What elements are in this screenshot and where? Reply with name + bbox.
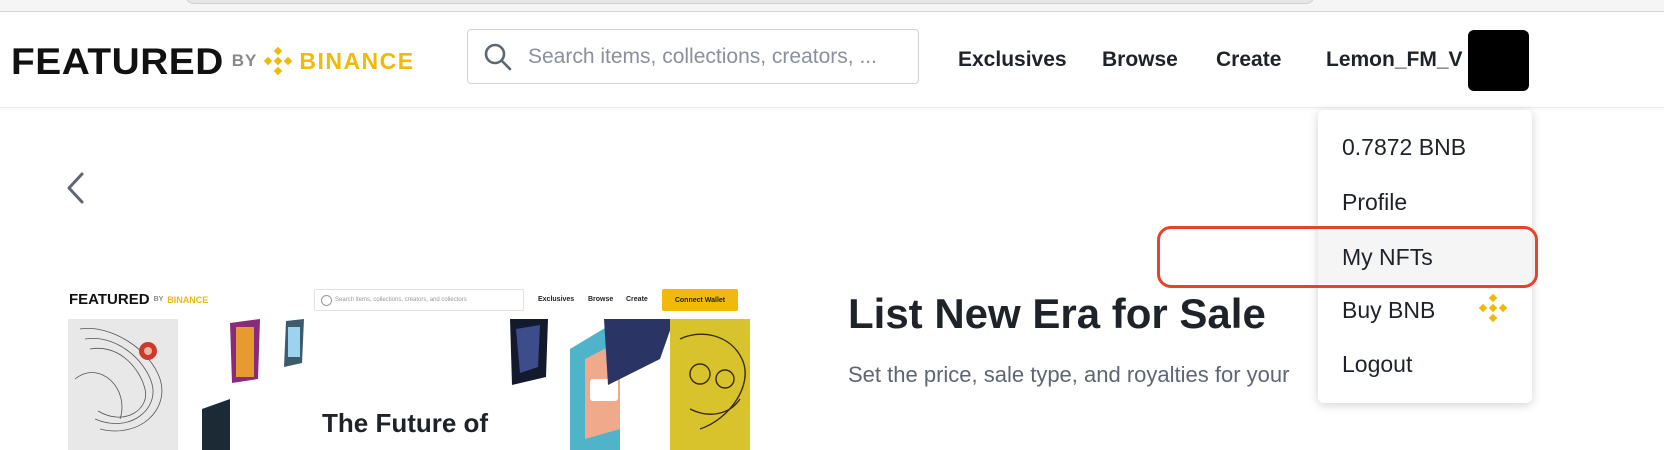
avatar[interactable] bbox=[1468, 30, 1529, 91]
dropdown-logout[interactable]: Logout bbox=[1342, 351, 1412, 378]
preview-nav-browse: Browse bbox=[588, 296, 614, 303]
preview-logo-featured: FEATURED bbox=[69, 291, 150, 308]
binance-logo-icon bbox=[264, 46, 293, 76]
nav-exclusives[interactable]: Exclusives bbox=[958, 48, 1067, 72]
logo-featured-text: FEATURED bbox=[11, 40, 224, 82]
dropdown-balance: 0.7872 BNB bbox=[1342, 134, 1467, 160]
preview-search-icon bbox=[321, 295, 332, 306]
site-logo[interactable]: FEATURED BY BINANCE bbox=[11, 40, 415, 82]
nft-preview-image: FEATURED BY BINANCE Search items, collec… bbox=[60, 283, 750, 450]
search-input[interactable] bbox=[528, 44, 908, 69]
dropdown-profile[interactable]: Profile bbox=[1342, 189, 1407, 216]
logo-by-text: BY bbox=[231, 51, 258, 70]
preview-search-text: Search items, collections, creators, and… bbox=[335, 297, 467, 303]
preview-logo-by: BY bbox=[153, 296, 164, 303]
dropdown-my-nfts[interactable]: My NFTs bbox=[1342, 244, 1433, 271]
nav-browse[interactable]: Browse bbox=[1102, 48, 1178, 72]
binance-logo-icon bbox=[1478, 293, 1508, 323]
preview-logo: FEATURED BY BINANCE bbox=[69, 291, 208, 308]
preview-search-box: Search items, collections, creators, and… bbox=[314, 289, 524, 311]
browser-chrome bbox=[0, 0, 1664, 12]
preview-nav-create: Create bbox=[626, 296, 648, 303]
site-header: FEATURED BY BINANCE Exclusives Browse Cr… bbox=[0, 12, 1664, 108]
nav-create[interactable]: Create bbox=[1216, 48, 1281, 72]
address-bar[interactable] bbox=[185, 0, 1315, 4]
page-subtitle: Set the price, sale type, and royalties … bbox=[848, 362, 1290, 387]
preview-connect-wallet: Connect Wallet bbox=[662, 289, 738, 311]
nav-username[interactable]: Lemon_FM_V bbox=[1326, 48, 1463, 72]
preview-nav-exclusives: Exclusives bbox=[538, 296, 575, 303]
chevron-left-icon[interactable] bbox=[62, 170, 90, 206]
dropdown-buy-bnb[interactable]: Buy BNB bbox=[1342, 297, 1435, 324]
search-icon bbox=[484, 43, 512, 70]
preview-headline: The Future of bbox=[322, 408, 489, 438]
logo-binance-text: BINANCE bbox=[299, 47, 415, 74]
preview-logo-binance: BINANCE bbox=[167, 294, 209, 305]
page-title: List New Era for Sale bbox=[848, 290, 1266, 337]
user-dropdown-menu: 0.7872 BNB Profile My NFTs Buy BNB Logou… bbox=[1318, 110, 1532, 403]
search-box[interactable] bbox=[467, 29, 919, 84]
